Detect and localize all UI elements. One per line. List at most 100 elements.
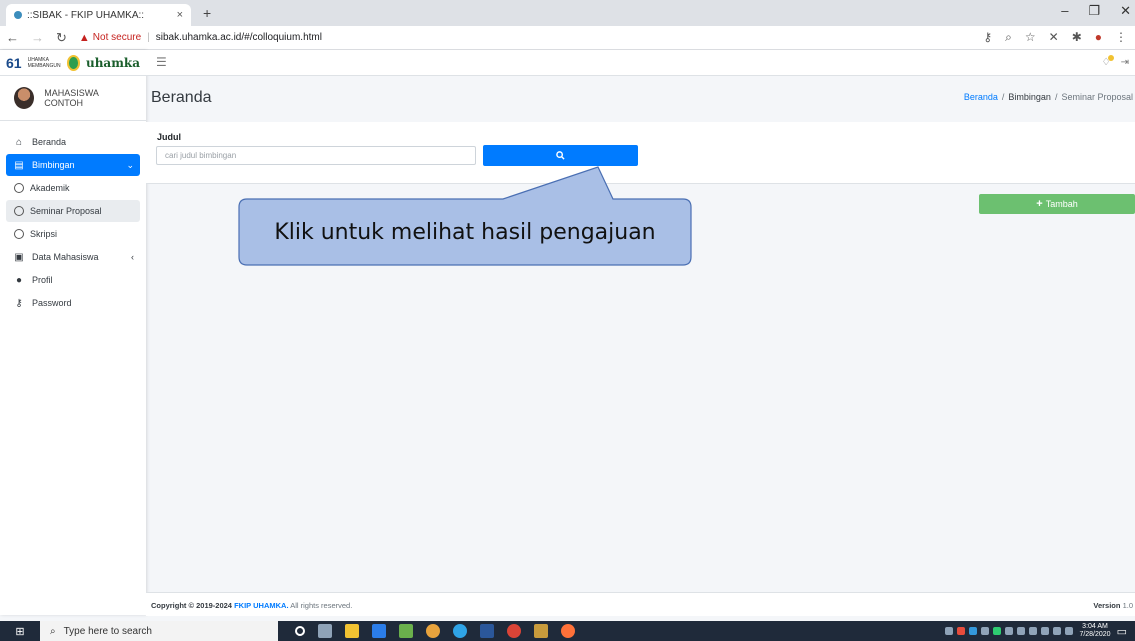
footer-brand-link[interactable]: FKIP UHAMKA. [234, 601, 288, 610]
windows-start-icon[interactable]: ⊞ [0, 621, 40, 641]
task-view-icon[interactable] [318, 624, 332, 638]
breadcrumb-item-beranda[interactable]: Beranda [964, 92, 998, 102]
sidebar-item-label: Seminar Proposal [30, 206, 102, 216]
sidebar-item-label: Data Mahasiswa [32, 252, 99, 262]
hamburger-menu-icon[interactable]: ☰ [156, 55, 167, 69]
minimize-icon[interactable]: – [1061, 3, 1068, 19]
sidebar-item-password[interactable]: ⚷ Password [6, 292, 140, 314]
sidebar-item-label: Password [32, 298, 72, 308]
navbar-icons: ♢ ⇥ [1102, 55, 1129, 68]
user-panel[interactable]: MAHASISWA CONTOH [0, 76, 146, 121]
tray-icons[interactable] [945, 627, 1074, 635]
sidebar-item-beranda[interactable]: ⌂ Beranda [6, 131, 140, 153]
key-icon[interactable]: ⚷ [983, 30, 992, 45]
search-icon [556, 151, 565, 160]
chrome-active-icon[interactable] [507, 624, 521, 638]
sidebar-item-skripsi[interactable]: Skripsi [6, 223, 140, 245]
not-secure-label: Not secure [92, 32, 142, 43]
clock[interactable]: 3:04 AM 7/28/2020 [1079, 623, 1110, 639]
page-title: Beranda [151, 89, 212, 106]
sidebar-item-label: Skripsi [30, 229, 58, 239]
back-icon[interactable]: ← [6, 30, 19, 45]
top-navbar: ☰ ♢ ⇥ [146, 50, 1135, 76]
browser-tabbar: ::SIBAK - FKIP UHAMKA:: × + – ❐ ✕ [0, 0, 1135, 26]
version-value: 1.0 [1122, 601, 1133, 610]
copyright: Copyright © 2019-2024 FKIP UHAMKA. All r… [151, 601, 352, 610]
sidebar-item-label: Beranda [32, 137, 67, 147]
content-header: Beranda Beranda / Bimbingan / Seminar Pr… [146, 76, 1135, 120]
chevron-down-icon: ⌄ [126, 159, 134, 170]
sidebar-item-bimbingan[interactable]: ▤ Bimbingan ⌄ [6, 154, 140, 176]
circle-icon [14, 229, 24, 239]
chrome-icon[interactable] [426, 624, 440, 638]
username: MAHASISWA CONTOH [44, 88, 99, 108]
url-field[interactable]: ▲ Not secure | sibak.uhamka.ac.id/#/coll… [79, 32, 322, 44]
sidebar-item-akademik[interactable]: Akademik [6, 177, 140, 199]
warning-icon: ▲ [78, 31, 90, 44]
sidebar-item-label: Profil [32, 275, 53, 285]
logo-word: uhamka [85, 55, 140, 70]
app-feather-icon[interactable] [534, 624, 548, 638]
favicon-icon [14, 11, 22, 19]
search-button[interactable] [483, 145, 638, 166]
cortana-icon[interactable] [295, 626, 305, 636]
sidebar-item-data-mahasiswa[interactable]: ▣ Data Mahasiswa ‹ [6, 246, 140, 268]
breadcrumb: Beranda / Bimbingan / Seminar Proposal [964, 92, 1133, 102]
zoom-icon[interactable]: ⌕ [1005, 30, 1012, 45]
app-icon[interactable] [399, 624, 413, 638]
logout-icon[interactable]: ⇥ [1121, 57, 1129, 68]
notification-bell-icon[interactable]: ♢ [1102, 55, 1114, 68]
sidebar: 61 UHAMKA MEMBANGUN uhamka MAHASISWA CON… [0, 50, 146, 615]
title-search-input[interactable] [156, 146, 476, 165]
breadcrumb-item-seminar-proposal: Seminar Proposal [1061, 92, 1133, 102]
rights-text: All rights reserved. [290, 601, 353, 610]
sidebar-item-profil[interactable]: ● Profil [6, 269, 140, 291]
clock-time: 3:04 AM [1082, 623, 1108, 630]
chevron-left-icon: ‹ [131, 252, 134, 262]
browser-tab[interactable]: ::SIBAK - FKIP UHAMKA:: × [6, 4, 191, 26]
url-separator: | [147, 32, 150, 43]
forward-icon[interactable]: → [31, 30, 44, 45]
callout-text: Klik untuk melihat hasil pengajuan [274, 219, 656, 245]
id-card-icon: ▣ [14, 251, 24, 263]
system-tray: 3:04 AM 7/28/2020 ▭ [945, 623, 1127, 639]
file-explorer-icon[interactable] [345, 624, 359, 638]
profile-icon[interactable]: ● [1095, 30, 1102, 45]
taskbar-search[interactable]: ⌕ Type here to search [40, 621, 278, 641]
os-taskbar: ⊞ ⌕ Type here to search 3:04 AM 7/28/202… [0, 621, 1135, 641]
sidebar-item-seminar-proposal[interactable]: Seminar Proposal [6, 200, 140, 222]
add-button[interactable]: + Tambah [979, 194, 1135, 214]
browser-address-bar: ← → ↻ ▲ Not secure | sibak.uhamka.ac.id/… [0, 26, 1135, 50]
restore-icon[interactable]: ❐ [1088, 3, 1100, 19]
footer: Copyright © 2019-2024 FKIP UHAMKA. All r… [146, 592, 1135, 616]
star-icon[interactable]: ☆ [1025, 30, 1036, 45]
browser-toolbar-icons: ⚷ ⌕ ☆ ✕ ✱ ● ⋮ [983, 30, 1127, 45]
extension-x-icon[interactable]: ✕ [1049, 30, 1059, 45]
notification-center-icon[interactable]: ▭ [1117, 625, 1127, 638]
home-icon: ⌂ [15, 136, 23, 148]
extensions-icon[interactable]: ✱ [1072, 30, 1082, 45]
plus-icon: + [1036, 198, 1043, 210]
version-label: Version [1093, 601, 1121, 610]
mail-icon[interactable] [372, 624, 386, 638]
reload-icon[interactable]: ↻ [56, 30, 67, 46]
user-icon: ● [15, 274, 23, 286]
word-icon[interactable] [480, 624, 494, 638]
circle-icon [14, 183, 24, 193]
book-icon: ▤ [14, 159, 24, 171]
new-tab-button[interactable]: + [203, 5, 211, 21]
firefox-icon[interactable] [561, 624, 575, 638]
tab-close-button[interactable]: × [177, 9, 183, 21]
copyright-prefix: Copyright © 2019-2024 [151, 601, 232, 610]
key-icon: ⚷ [15, 297, 23, 309]
breadcrumb-separator: / [1054, 92, 1058, 102]
circle-icon [14, 206, 24, 216]
close-window-icon[interactable]: ✕ [1120, 3, 1131, 19]
menu-kebab-icon[interactable]: ⋮ [1115, 30, 1127, 45]
edge-icon[interactable] [453, 624, 467, 638]
logo-61: 61 [6, 54, 22, 71]
avatar [14, 87, 35, 109]
taskbar-search-placeholder: Type here to search [63, 625, 152, 637]
brand-logo[interactable]: 61 UHAMKA MEMBANGUN uhamka [0, 50, 146, 76]
taskbar-apps [295, 624, 575, 638]
